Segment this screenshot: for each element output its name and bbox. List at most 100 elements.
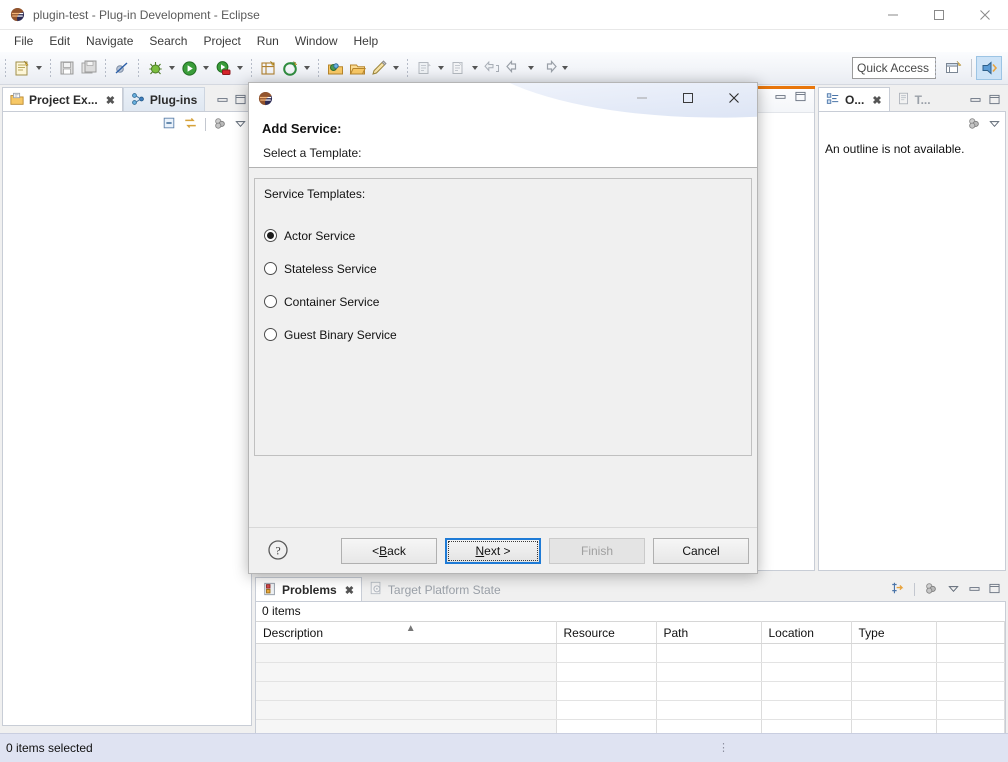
open-type-dropdown-icon[interactable]: [301, 56, 313, 80]
service-templates-group: Service Templates: Actor Service Statele…: [254, 178, 752, 456]
view-menu-icon[interactable]: [967, 116, 981, 133]
project-explorer-icon: [10, 92, 24, 109]
tab-plugins[interactable]: Plug-ins: [123, 87, 205, 112]
minimize-icon[interactable]: [775, 91, 786, 105]
edit-icon[interactable]: [368, 56, 390, 80]
help-icon[interactable]: ?: [267, 539, 289, 561]
open-resource-icon[interactable]: [324, 56, 346, 80]
last-edit-location-icon[interactable]: [481, 56, 503, 80]
maximize-icon[interactable]: [795, 91, 806, 105]
save-icon[interactable]: [56, 56, 78, 80]
skip-breakpoints-icon[interactable]: [111, 56, 133, 80]
back-button[interactable]: < Back: [341, 538, 437, 564]
tab-project-explorer[interactable]: Project Ex... ✖: [2, 87, 123, 112]
minimize-icon[interactable]: [870, 0, 916, 30]
new-plugin-project-icon[interactable]: [257, 56, 279, 80]
maximize-icon[interactable]: [235, 94, 246, 108]
open-perspective-icon[interactable]: [941, 56, 967, 80]
close-icon[interactable]: ✖: [106, 94, 115, 107]
open-task-icon[interactable]: [346, 56, 368, 80]
radio-option-actor-service[interactable]: Actor Service: [264, 219, 397, 252]
maximize-icon[interactable]: [665, 83, 711, 113]
run-external-tools-icon[interactable]: [212, 56, 234, 80]
menu-project[interactable]: Project: [195, 31, 248, 51]
menu-search[interactable]: Search: [141, 31, 195, 51]
save-all-icon[interactable]: [78, 56, 100, 80]
eclipse-icon: [258, 91, 273, 106]
minimize-icon[interactable]: [970, 94, 981, 108]
radio-button[interactable]: [264, 295, 277, 308]
column-header-spacer: [936, 622, 1005, 644]
menu-run[interactable]: Run: [249, 31, 287, 51]
radio-button[interactable]: [264, 328, 277, 341]
radio-button[interactable]: [264, 229, 277, 242]
next-button[interactable]: Next >: [445, 538, 541, 564]
dialog-footer: ? < Back Next > Finish Cancel: [249, 527, 757, 573]
tab-target-platform-state[interactable]: Target Platform State: [362, 577, 508, 602]
open-type-icon[interactable]: [279, 56, 301, 80]
menu-window[interactable]: Window: [287, 31, 346, 51]
radio-button[interactable]: [264, 262, 277, 275]
column-header-location[interactable]: Location: [761, 622, 851, 644]
radio-option-guest-binary-service[interactable]: Guest Binary Service: [264, 318, 397, 351]
column-header-type[interactable]: Type: [851, 622, 936, 644]
tab-label: O...: [845, 93, 864, 107]
run-icon[interactable]: [178, 56, 200, 80]
column-header-resource[interactable]: Resource: [556, 622, 656, 644]
debug-dropdown-icon[interactable]: [166, 56, 178, 80]
tab-problems[interactable]: Problems ✖: [255, 577, 362, 602]
menu-file[interactable]: File: [6, 31, 41, 51]
minimize-icon[interactable]: [217, 94, 228, 108]
forward-dropdown-icon[interactable]: [559, 56, 571, 80]
view-menu-icon[interactable]: [924, 581, 938, 598]
maximize-icon[interactable]: [916, 0, 962, 30]
next-annotation-icon[interactable]: [447, 56, 469, 80]
previous-annotation-icon[interactable]: [413, 56, 435, 80]
link-with-editor-icon[interactable]: [183, 116, 198, 133]
next-annotation-dropdown-icon[interactable]: [469, 56, 481, 80]
cancel-button[interactable]: Cancel: [653, 538, 749, 564]
view-menu-icon[interactable]: [213, 116, 227, 133]
table-row[interactable]: [256, 663, 1005, 682]
menu-navigate[interactable]: Navigate: [78, 31, 141, 51]
new-wizard-icon[interactable]: [11, 56, 33, 80]
tab-task-list[interactable]: T...: [890, 87, 938, 112]
edit-dropdown-icon[interactable]: [390, 56, 402, 80]
run-external-dropdown-icon[interactable]: [234, 56, 246, 80]
column-header-description[interactable]: Description ▲: [256, 622, 556, 644]
plugin-development-perspective-icon[interactable]: [976, 56, 1002, 80]
statusbar-grip[interactable]: ⋮: [718, 741, 730, 754]
close-icon[interactable]: ✖: [872, 94, 881, 107]
table-row[interactable]: [256, 701, 1005, 720]
table-row[interactable]: [256, 682, 1005, 701]
maximize-icon[interactable]: [989, 583, 1000, 597]
close-icon[interactable]: [711, 83, 757, 113]
chevron-down-icon[interactable]: [234, 117, 247, 133]
table-row[interactable]: [256, 644, 1005, 663]
focus-on-selection-icon[interactable]: [890, 581, 905, 598]
radio-option-container-service[interactable]: Container Service: [264, 285, 397, 318]
back-dropdown-icon[interactable]: [525, 56, 537, 80]
forward-icon[interactable]: [537, 56, 559, 80]
column-header-path[interactable]: Path: [656, 622, 761, 644]
minimize-icon[interactable]: [619, 83, 665, 113]
run-dropdown-icon[interactable]: [200, 56, 212, 80]
dialog-heading: Add Service:: [262, 121, 341, 136]
quick-access-input[interactable]: Quick Access: [852, 57, 936, 79]
chevron-down-icon[interactable]: [947, 582, 960, 598]
radio-option-stateless-service[interactable]: Stateless Service: [264, 252, 397, 285]
new-wizard-dropdown-icon[interactable]: [33, 56, 45, 80]
previous-annotation-dropdown-icon[interactable]: [435, 56, 447, 80]
back-icon[interactable]: [503, 56, 525, 80]
maximize-icon[interactable]: [989, 94, 1000, 108]
close-icon[interactable]: [962, 0, 1008, 30]
menu-help[interactable]: Help: [346, 31, 387, 51]
collapse-all-icon[interactable]: [162, 116, 176, 133]
dialog-titlebar[interactable]: [249, 83, 757, 113]
debug-icon[interactable]: [144, 56, 166, 80]
tab-outline[interactable]: O... ✖: [818, 87, 890, 112]
chevron-down-icon[interactable]: [988, 117, 1001, 133]
close-icon[interactable]: ✖: [345, 584, 354, 597]
minimize-icon[interactable]: [969, 583, 980, 597]
menu-edit[interactable]: Edit: [41, 31, 78, 51]
